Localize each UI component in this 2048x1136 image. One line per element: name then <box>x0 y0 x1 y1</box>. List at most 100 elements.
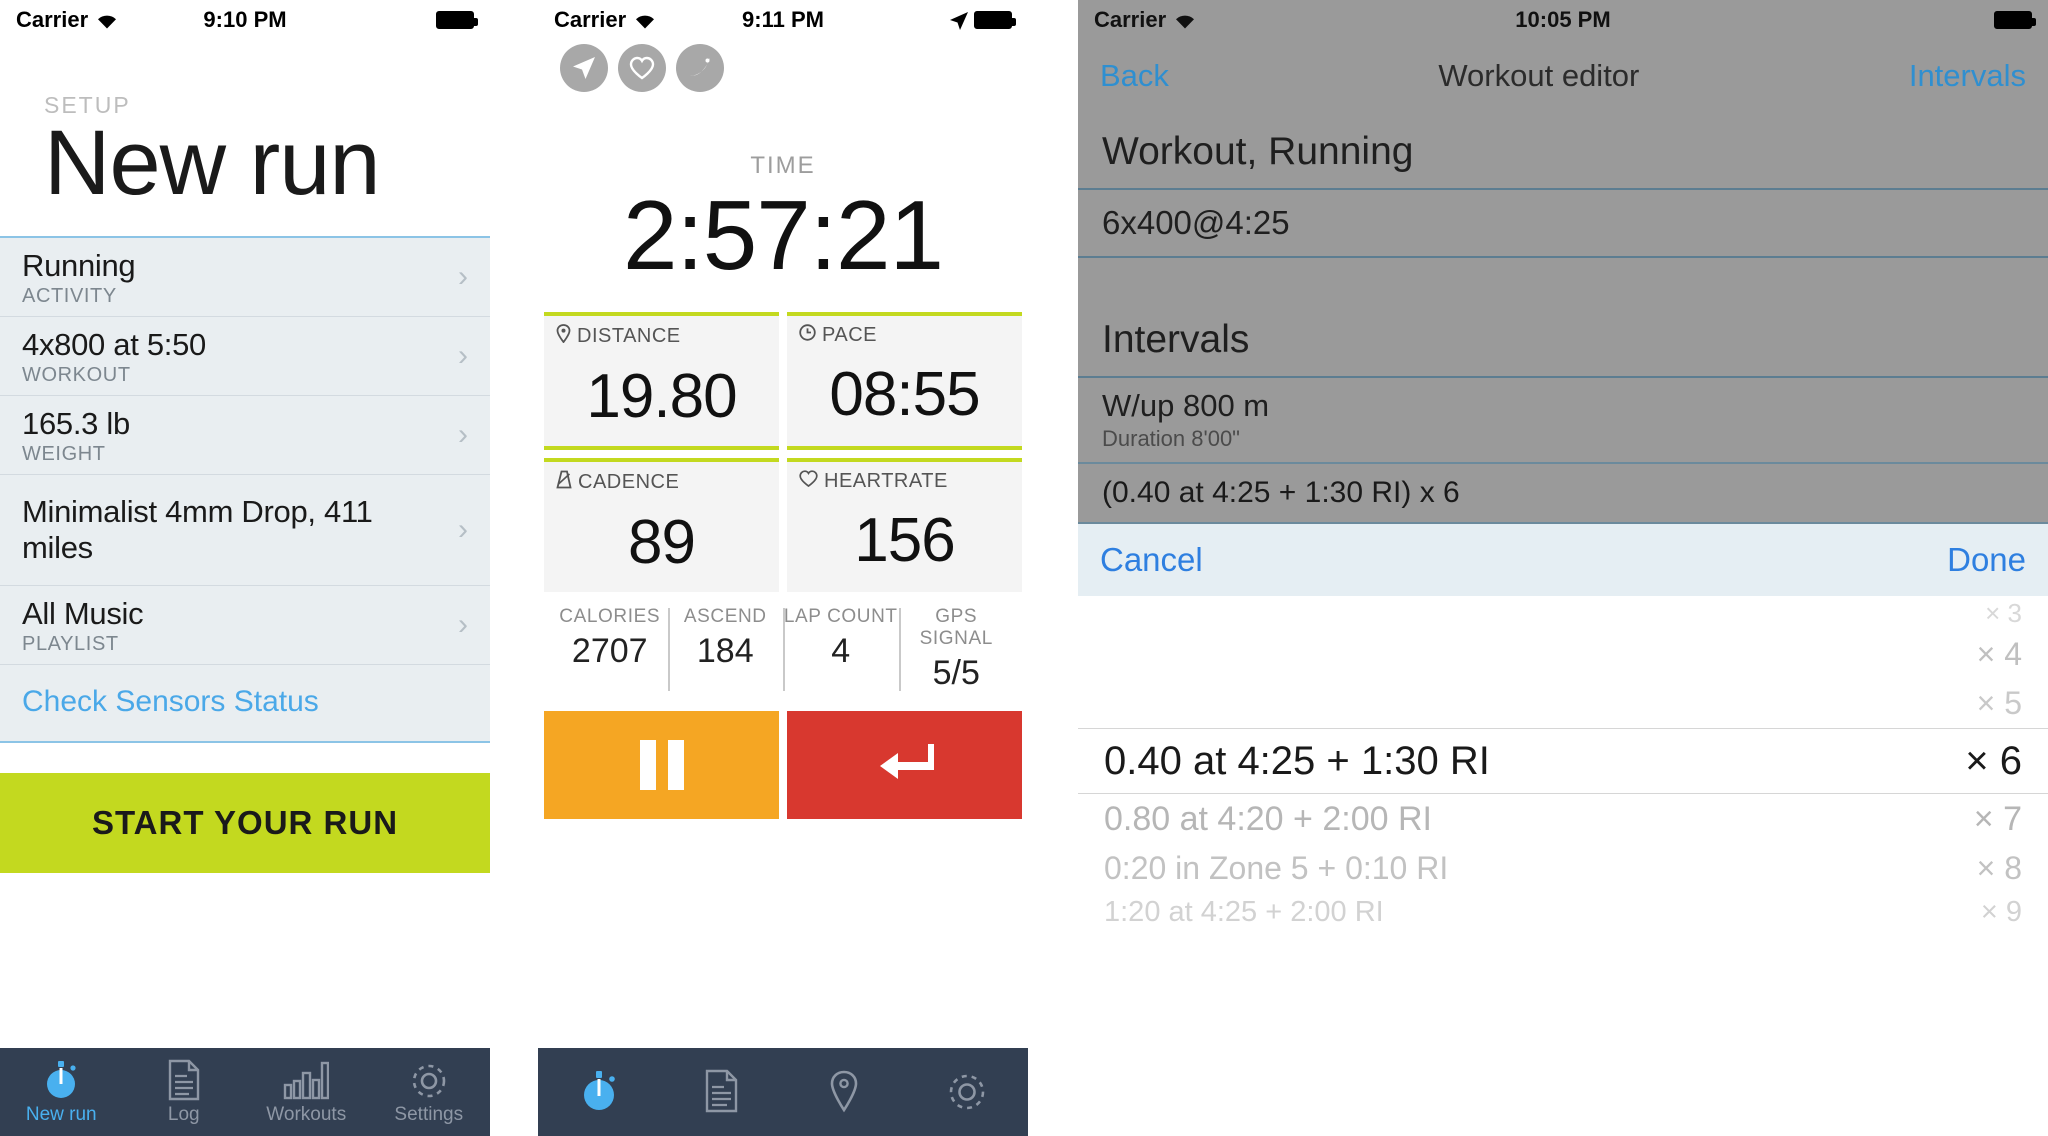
stat-calories: CALORIES 2707 <box>552 606 668 693</box>
picker-row-right: × 9 <box>1980 895 2022 928</box>
tab-map[interactable] <box>783 1048 906 1136</box>
list-item-shoes[interactable]: Minimalist 4mm Drop, 411 miles › <box>0 475 490 586</box>
chevron-right-icon: › <box>458 338 468 372</box>
stat-label: ASCEND <box>683 605 767 627</box>
screen-new-run: Carrier 9:10 PM SETUP New run Running AC… <box>0 0 490 1136</box>
screen-run-in-progress: Carrier 9:11 PM TIME 2:57:21 DISTANCE 19… <box>538 0 1028 1136</box>
tab-workouts[interactable]: Workouts <box>245 1048 368 1136</box>
interval-row-repeats[interactable]: (0.40 at 4:25 + 1:30 RI) x 6 <box>1078 464 2048 524</box>
run-controls <box>538 710 1028 819</box>
chevron-right-icon: › <box>458 607 468 641</box>
back-button[interactable]: Back <box>1100 58 1169 94</box>
clock-icon <box>799 324 816 347</box>
picker-row-right: × 5 <box>1976 684 2022 721</box>
tab-new-run[interactable] <box>538 1048 661 1136</box>
workout-section-header: Workout, Running <box>1078 112 2048 190</box>
section-gap <box>1078 258 2048 300</box>
heart-icon <box>799 470 818 493</box>
picker-row[interactable]: × 3 <box>1078 596 2048 630</box>
tab-label: Workouts <box>266 1103 347 1125</box>
picker-row[interactable]: × 4 <box>1078 630 2048 678</box>
nav-title: Workout editor <box>1438 58 1640 93</box>
metric-label: HEARTRATE <box>824 469 948 492</box>
row-label: ACTIVITY <box>22 284 117 307</box>
picker-action-bar: Cancel Done <box>1078 524 2048 596</box>
list-item-activity[interactable]: Running ACTIVITY › <box>0 238 490 317</box>
status-bar-3: Carrier 10:05 PM <box>1078 0 2048 40</box>
list-item-weight[interactable]: 165.3 lb WEIGHT › <box>0 396 490 475</box>
screen-workout-editor: Carrier 10:05 PM Back Workout editor Int… <box>1078 0 2048 1136</box>
metric-card-pace[interactable]: PACE 08:55 <box>787 311 1022 450</box>
intervals-section-header: Intervals <box>1078 300 2048 378</box>
gps-sensor-badge[interactable] <box>560 44 608 92</box>
tab-settings[interactable] <box>906 1048 1029 1136</box>
tab-settings[interactable]: Settings <box>368 1048 491 1136</box>
metric-card-heartrate[interactable]: HEARTRATE 156 <box>787 457 1022 592</box>
stat-value: 5/5 <box>932 653 980 692</box>
metric-label: CADENCE <box>578 470 680 493</box>
row-value: 4x800 at 5:50 <box>22 326 206 362</box>
map-pin-icon <box>828 1070 860 1113</box>
done-button[interactable]: Done <box>1947 541 2026 579</box>
interval-title: W/up 800 m <box>1102 388 1270 423</box>
stopwatch-icon <box>41 1059 81 1101</box>
stat-value: 4 <box>831 631 851 670</box>
tab-bar-1: New run Log Workouts Settings <box>0 1048 490 1136</box>
gear-icon <box>945 1071 989 1113</box>
secondary-stats: CALORIES 2707 ASCEND 184 LAP COUNT 4 GPS… <box>538 596 1028 697</box>
stopwatch-icon <box>579 1071 619 1113</box>
row-value: Running <box>22 247 136 283</box>
picker-row-left: 0.40 at 4:25 + 1:30 RI <box>1104 738 1490 783</box>
picker-row[interactable]: 0.80 at 4:20 + 2:00 RI × 7 <box>1078 794 2048 844</box>
metric-value: 89 <box>628 507 696 577</box>
list-item-playlist[interactable]: All Music PLAYLIST › <box>0 586 490 665</box>
footpod-sensor-badge[interactable] <box>676 44 724 92</box>
pause-button[interactable] <box>544 710 779 819</box>
picker-row-selected[interactable]: 0.40 at 4:25 + 1:30 RI × 6 <box>1078 728 2048 794</box>
picker-row-right: × 6 <box>1965 738 2022 783</box>
chevron-right-icon: › <box>458 417 468 451</box>
start-your-run-button[interactable]: START YOUR RUN <box>0 772 490 873</box>
workout-name-field[interactable]: 6x400@4:25 <box>1078 190 2048 258</box>
status-bar-1: Carrier 9:10 PM <box>0 0 490 40</box>
timer-block: TIME 2:57:21 <box>538 152 1028 290</box>
workout-section: Workout, Running 6x400@4:25 Intervals W/… <box>1078 112 2048 524</box>
row-label: PLAYLIST <box>22 632 119 655</box>
nav-bar: Back Workout editor Intervals <box>1078 40 2048 112</box>
picker-row-left: 1:20 at 4:25 + 2:00 RI <box>1104 895 1384 928</box>
list-item-workout[interactable]: 4x800 at 5:50 WORKOUT › <box>0 317 490 396</box>
interval-row-warmup[interactable]: W/up 800 m Duration 8'00" <box>1078 378 2048 464</box>
metric-cards: DISTANCE 19.80 PACE 08:55 CADENCE 89 HEA… <box>538 311 1028 592</box>
stat-value: 2707 <box>571 631 648 670</box>
picker-row[interactable]: × 5 <box>1078 678 2048 728</box>
stat-label: LAP COUNT <box>783 605 898 627</box>
picker-row[interactable]: 1:20 at 4:25 + 2:00 RI × 9 <box>1078 892 2048 932</box>
intervals-button[interactable]: Intervals <box>1909 58 2026 94</box>
row-label: WEIGHT <box>22 442 106 465</box>
tab-new-run[interactable]: New run <box>0 1048 123 1136</box>
picker-row-left: 0.80 at 4:20 + 2:00 RI <box>1104 799 1432 838</box>
interval-picker[interactable]: × 3 × 4 × 5 0.40 at 4:25 + 1:30 RI × 6 0… <box>1078 596 2048 1136</box>
metric-card-cadence[interactable]: CADENCE 89 <box>544 457 779 592</box>
tab-log[interactable]: Log <box>123 1048 246 1136</box>
tab-log[interactable] <box>661 1048 784 1136</box>
tab-bar-2 <box>538 1048 1028 1136</box>
row-label: WORKOUT <box>22 363 131 386</box>
battery-full-icon <box>1994 11 2036 29</box>
heartrate-sensor-badge[interactable] <box>618 44 666 92</box>
picker-row[interactable]: 0:20 in Zone 5 + 0:10 RI × 8 <box>1078 844 2048 892</box>
timer-label: TIME <box>750 152 816 179</box>
stat-gps-signal: GPS SIGNAL 5/5 <box>898 606 1015 693</box>
stat-value: 184 <box>696 631 754 670</box>
screenshot-root: Carrier 9:10 PM SETUP New run Running AC… <box>0 0 2048 1136</box>
metric-value: 08:55 <box>829 359 980 429</box>
gear-icon <box>408 1059 450 1101</box>
bar-chart-icon <box>283 1059 330 1101</box>
stat-label: CALORIES <box>559 605 661 627</box>
tab-label: Settings <box>394 1103 464 1125</box>
check-sensors-status-link[interactable]: Check Sensors Status <box>0 665 490 741</box>
metric-card-distance[interactable]: DISTANCE 19.80 <box>544 311 779 450</box>
status-time: 9:10 PM <box>203 7 287 32</box>
lap-button[interactable] <box>787 710 1022 819</box>
cancel-button[interactable]: Cancel <box>1100 541 1203 579</box>
